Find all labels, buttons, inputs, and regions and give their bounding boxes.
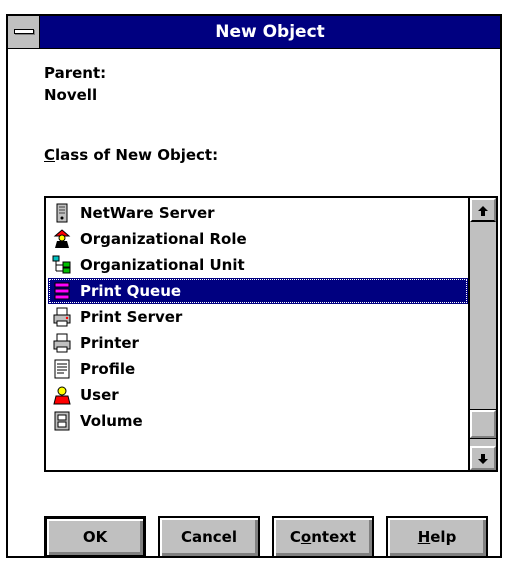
class-list: NetWare Server Organizational Role Organ… <box>46 198 468 470</box>
profile-icon <box>54 359 70 379</box>
scroll-up-button[interactable] <box>470 198 496 222</box>
printer-icon <box>53 333 71 353</box>
list-item-user[interactable]: User <box>48 382 468 408</box>
print-server-icon <box>53 307 71 327</box>
volume-icon <box>54 411 70 431</box>
print-queue-icon <box>54 282 70 300</box>
scroll-thumb[interactable] <box>469 409 496 439</box>
dialog-title: New Object <box>215 22 325 42</box>
list-item-label: Organizational Role <box>80 230 247 248</box>
class-listbox[interactable]: NetWare Server Organizational Role Organ… <box>44 196 498 472</box>
class-list-label-mnemonic: C <box>44 146 56 164</box>
list-item-printer[interactable]: Printer <box>48 330 468 356</box>
list-item-profile[interactable]: Profile <box>48 356 468 382</box>
list-item-label: Printer <box>80 334 139 352</box>
system-menu-button[interactable] <box>8 16 40 48</box>
context-button-label-start: C <box>289 528 301 546</box>
new-object-dialog: New Object Parent: Novell Class of New O… <box>6 14 502 558</box>
vertical-scrollbar[interactable] <box>468 198 496 470</box>
class-list-label-rest: lass of New Object: <box>55 146 219 164</box>
list-item-label: Print Server <box>80 308 183 326</box>
list-item-organizational-unit[interactable]: Organizational Unit <box>48 252 468 278</box>
user-icon <box>53 386 71 405</box>
system-menu-icon <box>14 29 34 34</box>
server-icon <box>56 203 68 223</box>
help-button-mnemonic: H <box>417 528 431 546</box>
list-item-print-server[interactable]: Print Server <box>48 304 468 330</box>
ok-button[interactable]: OK <box>44 516 146 558</box>
list-item-print-queue[interactable]: Print Queue <box>48 278 468 304</box>
context-button[interactable]: Context <box>272 516 374 558</box>
organizational-role-icon <box>53 229 71 248</box>
arrow-up-icon <box>478 206 488 216</box>
list-item-label: Organizational Unit <box>80 256 245 274</box>
cancel-button[interactable]: Cancel <box>158 516 260 558</box>
title-bar[interactable]: New Object <box>8 16 500 49</box>
parent-label: Parent: <box>44 64 107 82</box>
help-button[interactable]: Help <box>386 516 488 558</box>
list-item-label: Print Queue <box>80 282 182 300</box>
list-item-netware-server[interactable]: NetWare Server <box>48 200 468 226</box>
list-item-volume[interactable]: Volume <box>48 408 468 434</box>
help-button-label-end: elp <box>430 528 457 546</box>
class-list-label: Class of New Object: <box>44 146 218 164</box>
context-button-label-end: ntext <box>311 528 357 546</box>
list-item-label: User <box>80 386 119 404</box>
list-item-label: Profile <box>80 360 136 378</box>
list-item-label: Volume <box>80 412 143 430</box>
context-button-mnemonic: o <box>300 528 312 546</box>
scroll-down-button[interactable] <box>470 446 496 470</box>
list-item-organizational-role[interactable]: Organizational Role <box>48 226 468 252</box>
parent-value: Novell <box>44 86 98 104</box>
arrow-down-icon <box>478 454 488 464</box>
list-item-label: NetWare Server <box>80 204 215 222</box>
organizational-unit-icon <box>52 255 71 274</box>
